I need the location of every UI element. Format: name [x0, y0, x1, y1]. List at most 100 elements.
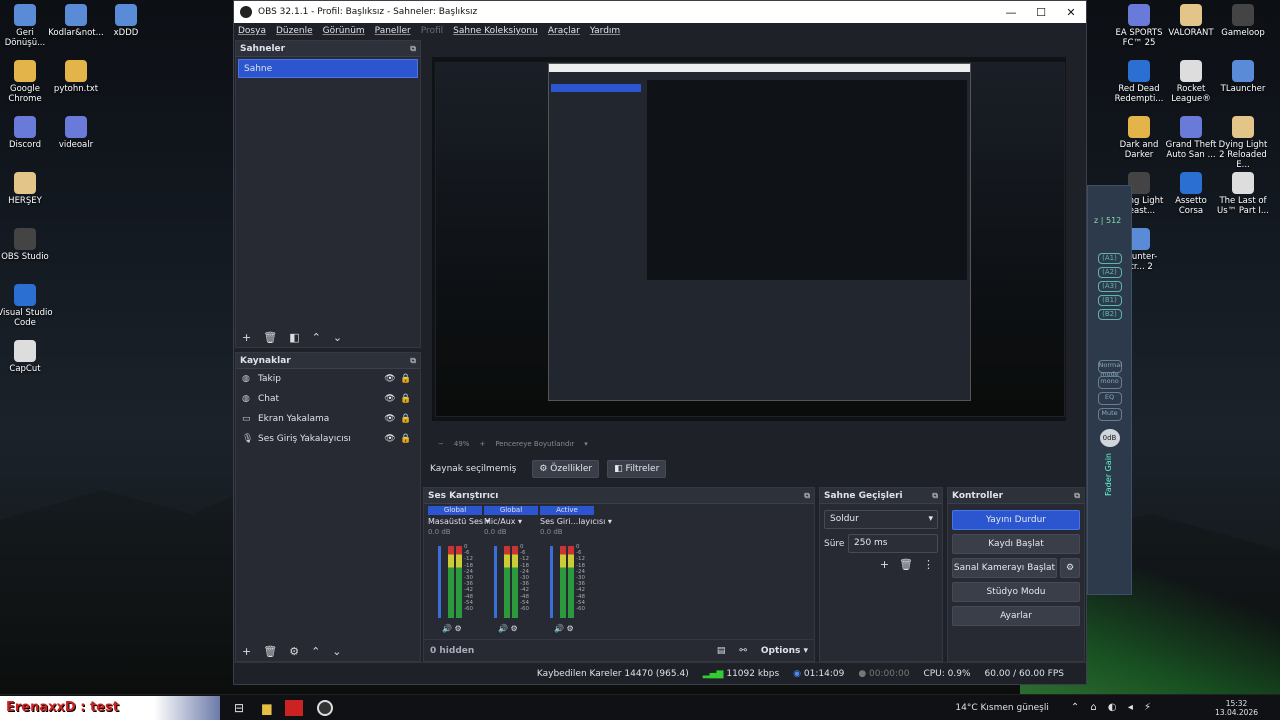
desktop-icon-left-4[interactable]: OBS Studio: [0, 228, 53, 262]
add-transition-icon[interactable]: +: [880, 558, 889, 571]
bus-button[interactable]: (A3): [1097, 281, 1122, 292]
desktop-icon-right-8[interactable]: Dying Light 2 Reloaded E...: [1216, 116, 1270, 170]
channel-name[interactable]: Mic/Aux ▾: [484, 517, 538, 526]
desktop-icon-left3-0[interactable]: xDDD: [98, 4, 154, 38]
menu-profil[interactable]: Profil: [421, 26, 443, 36]
lock-icon[interactable]: 🔒: [398, 414, 414, 424]
source-item[interactable]: ▭ Ekran Yakalama 👁 🔒: [236, 409, 420, 429]
channel-name[interactable]: Masaüstü Ses ▾: [428, 517, 490, 526]
start-recording-button[interactable]: Kaydı Başlat: [952, 534, 1080, 554]
lock-icon[interactable]: 🔒: [398, 374, 414, 384]
speaker-icon[interactable]: 🔊: [498, 624, 508, 633]
move-up-icon[interactable]: ⌃: [311, 645, 320, 658]
mode-button[interactable]: mono: [1097, 376, 1122, 389]
add-scene-icon[interactable]: +: [242, 331, 251, 344]
bus-button[interactable]: (B1): [1097, 295, 1122, 306]
filters-button[interactable]: ◧ Filtreler: [607, 460, 667, 478]
desktop-icon-right-1[interactable]: VALORANT: [1164, 4, 1218, 38]
desktop-icon-right-0[interactable]: EA SPORTS FC™ 25: [1112, 4, 1166, 48]
volume-fader[interactable]: [494, 546, 497, 618]
desktop-icon-left-5[interactable]: Visual Studio Code: [0, 284, 53, 328]
maximize-button[interactable]: ☐: [1026, 6, 1056, 19]
link-icon[interactable]: ⚯: [739, 646, 747, 656]
desktop-icon-left-3[interactable]: HERŞEY: [0, 172, 53, 206]
remove-transition-icon[interactable]: 🗑: [899, 558, 913, 571]
move-down-icon[interactable]: ⌄: [333, 331, 342, 344]
desktop-icon-left-0[interactable]: Geri Dönüşü...: [0, 4, 53, 48]
undock-icon[interactable]: ⧉: [410, 44, 416, 54]
undock-icon[interactable]: ⧉: [932, 491, 938, 501]
task-view-icon[interactable]: ⊟: [234, 701, 244, 715]
remove-source-icon[interactable]: 🗑: [263, 645, 277, 658]
desktop-icon-right-11[interactable]: The Last of Us™ Part I...: [1216, 172, 1270, 216]
start-virtual-camera-button[interactable]: Sanal Kamerayı Başlat: [952, 558, 1057, 578]
volume-fader[interactable]: [550, 546, 553, 618]
mode-button[interactable]: Normal mode: [1097, 360, 1122, 378]
menu-sahne-koleksiyonu[interactable]: Sahne Koleksiyonu: [453, 26, 538, 36]
move-down-icon[interactable]: ⌄: [332, 645, 341, 658]
speaker-icon[interactable]: 🔊: [442, 624, 452, 633]
visibility-icon[interactable]: 👁: [382, 414, 398, 424]
file-explorer-icon[interactable]: ▆: [262, 701, 271, 715]
remove-scene-icon[interactable]: 🗑: [263, 331, 277, 344]
desktop-icon-left-6[interactable]: CapCut: [0, 340, 53, 374]
menu-yardim[interactable]: Yardım: [590, 26, 620, 36]
channel-settings-icon[interactable]: ⚙: [455, 624, 462, 633]
visibility-icon[interactable]: 👁: [382, 434, 398, 444]
menu-duzenle[interactable]: Düzenle: [276, 26, 313, 36]
menu-araclar[interactable]: Araçlar: [548, 26, 580, 36]
desktop-icon-right-5[interactable]: TLauncher: [1216, 60, 1270, 94]
desktop-icon-right-6[interactable]: Dark and Darker: [1112, 116, 1166, 160]
desktop-icon-left-1[interactable]: Google Chrome: [0, 60, 53, 104]
options-button[interactable]: Options ▾: [761, 646, 808, 656]
channel-settings-icon[interactable]: ⚙: [511, 624, 518, 633]
chevron-down-icon[interactable]: ▾: [584, 440, 588, 448]
mode-button[interactable]: EQ: [1097, 392, 1122, 405]
more-options-icon[interactable]: ⋮: [923, 558, 934, 571]
duration-input[interactable]: 250 ms: [848, 534, 938, 553]
mode-button[interactable]: Mute: [1097, 408, 1122, 421]
lock-icon[interactable]: 🔒: [398, 394, 414, 404]
desktop-icon-left2-2[interactable]: videoalr: [48, 116, 104, 150]
speaker-icon[interactable]: 🔊: [554, 624, 564, 633]
clock[interactable]: 15:32 13.04.2026: [1215, 699, 1258, 717]
desktop-icon-left2-0[interactable]: Kodlar&not...: [48, 4, 104, 38]
gear-icon[interactable]: ⚙: [1060, 558, 1080, 578]
visibility-icon[interactable]: 👁: [382, 374, 398, 384]
undock-icon[interactable]: ⧉: [410, 356, 416, 366]
desktop-icon-right-2[interactable]: Gameloop: [1216, 4, 1270, 38]
tray-icons[interactable]: ⌃ ⌂ ◐ ◂ ⚡: [1071, 702, 1155, 713]
minimize-button[interactable]: —: [996, 6, 1026, 19]
desktop-icon-right-10[interactable]: Assetto Corsa: [1164, 172, 1218, 216]
stop-streaming-button[interactable]: Yayını Durdur: [952, 510, 1080, 530]
desktop-icon-left2-1[interactable]: pytohn.txt: [48, 60, 104, 94]
gain-knob[interactable]: 0dB: [1099, 429, 1120, 447]
weather[interactable]: 14°C Kısmen güneşli: [955, 703, 1048, 713]
layout-icon[interactable]: ▤: [717, 646, 726, 656]
fit-to-window[interactable]: Pencereye Boyutlandır: [495, 440, 574, 448]
menu-paneller[interactable]: Paneller: [375, 26, 411, 36]
source-properties-icon[interactable]: ⚙: [289, 645, 299, 658]
bus-button[interactable]: (B2): [1097, 309, 1122, 320]
bus-button[interactable]: (A2): [1097, 267, 1122, 278]
zoom-out-icon[interactable]: −: [438, 440, 444, 448]
desktop-icon-left-2[interactable]: Discord: [0, 116, 53, 150]
desktop-icon-right-4[interactable]: Rocket League®: [1164, 60, 1218, 104]
transition-select[interactable]: Soldur ▾: [824, 510, 938, 529]
obs-taskbar-icon[interactable]: [317, 699, 334, 716]
desktop-icon-right-7[interactable]: Grand Theft Auto San ...: [1164, 116, 1218, 160]
source-item[interactable]: 🎙 Ses Giriş Yakalayıcısı 👁 🔒: [236, 429, 420, 449]
voicemeeter-taskbar-icon[interactable]: [285, 699, 304, 716]
hidden-count[interactable]: 0 hidden: [430, 646, 717, 656]
zoom-in-icon[interactable]: +: [479, 440, 485, 448]
add-source-icon[interactable]: +: [242, 645, 251, 658]
desktop-icon-right-3[interactable]: Red Dead Redempti...: [1112, 60, 1166, 104]
close-button[interactable]: ✕: [1056, 6, 1086, 19]
undock-icon[interactable]: ⧉: [1074, 491, 1080, 501]
channel-name[interactable]: Ses Giri...layıcısı ▾: [540, 517, 612, 526]
source-item[interactable]: ◍ Chat 👁 🔒: [236, 389, 420, 409]
undock-icon[interactable]: ⧉: [804, 491, 810, 501]
volume-fader[interactable]: [438, 546, 441, 618]
scene-item[interactable]: Sahne: [238, 59, 418, 78]
menu-gorunum[interactable]: Görünüm: [323, 26, 365, 36]
